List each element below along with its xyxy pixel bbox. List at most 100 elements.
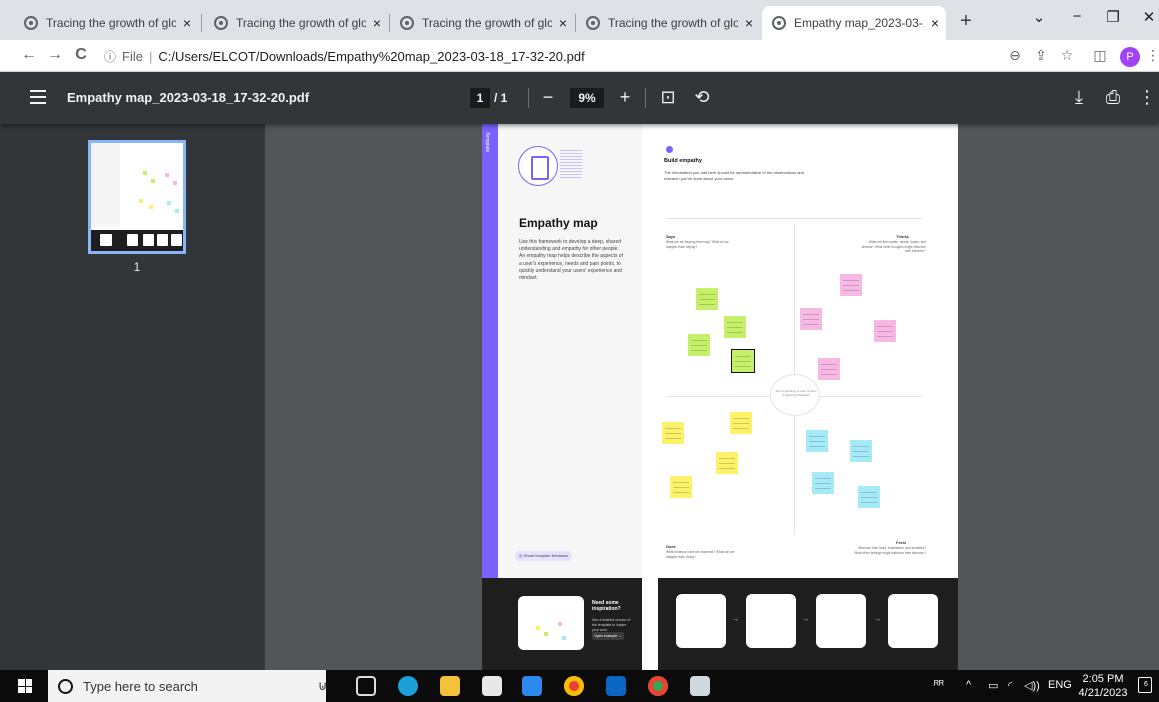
print-icon[interactable]: ⎙ bbox=[1102, 86, 1124, 108]
quadrant-thinks-label: Thinks bbox=[896, 234, 909, 239]
edge-icon[interactable] bbox=[398, 676, 418, 696]
clock[interactable]: 2:05 PM 4/21/2023 bbox=[1078, 672, 1128, 700]
page-thumbnail[interactable] bbox=[88, 140, 186, 254]
sticky-note[interactable] bbox=[730, 412, 752, 434]
sticky-note[interactable] bbox=[812, 472, 834, 494]
tab-close-icon[interactable]: × bbox=[366, 15, 388, 31]
globe-icon bbox=[24, 16, 38, 30]
zoom-in-button[interactable]: + bbox=[614, 86, 636, 108]
forward-button[interactable]: → bbox=[44, 46, 66, 64]
share-icon[interactable]: ⇪ bbox=[1031, 47, 1051, 64]
store-icon[interactable] bbox=[482, 676, 502, 696]
tab-tracing-4[interactable]: Tracing the growth of global × bbox=[576, 6, 760, 40]
mail-icon[interactable] bbox=[522, 676, 542, 696]
wifi-icon[interactable]: ◜ bbox=[1008, 679, 1012, 692]
quadrant-does-label: Does bbox=[666, 544, 676, 549]
rotate-icon[interactable]: ⟲ bbox=[691, 86, 713, 108]
inspiration-subtitle: See a finished version of the template t… bbox=[592, 618, 631, 632]
open-example-button[interactable]: Open example → bbox=[592, 632, 624, 640]
tab-label: Tracing the growth of global bbox=[422, 16, 552, 30]
zoom-input[interactable]: 9% bbox=[570, 88, 604, 108]
step-card-1 bbox=[676, 594, 726, 648]
template-stripe: Template bbox=[482, 124, 498, 578]
sticky-note[interactable] bbox=[858, 486, 880, 508]
close-window-button[interactable]: ✕ bbox=[1134, 8, 1159, 26]
minimize-button[interactable]: − bbox=[1062, 8, 1092, 25]
notepad-icon[interactable] bbox=[690, 676, 710, 696]
quadrant-feels-label: Feels bbox=[896, 540, 907, 545]
browser-menu-icon[interactable]: ⋮ bbox=[1146, 47, 1159, 64]
sticky-note[interactable] bbox=[716, 452, 738, 474]
sticky-note-selected[interactable] bbox=[731, 349, 755, 373]
page-number-input[interactable]: 1 bbox=[470, 88, 490, 108]
sticky-note[interactable] bbox=[662, 422, 684, 444]
inspiration-title: Need some inspiration? bbox=[592, 600, 621, 612]
globe-icon bbox=[214, 16, 228, 30]
zoom-out-button[interactable]: − bbox=[537, 86, 559, 108]
people-icon[interactable]: ᴿᴿ bbox=[934, 679, 944, 691]
sticky-note[interactable] bbox=[840, 274, 862, 296]
sticky-note[interactable] bbox=[850, 440, 872, 462]
search-placeholder: Type here to search bbox=[83, 678, 198, 694]
info-icon[interactable]: ⓘ bbox=[104, 48, 116, 65]
profile-avatar[interactable]: P bbox=[1120, 47, 1140, 67]
zoom-icon[interactable]: ⊖ bbox=[1005, 47, 1025, 64]
empathy-map-emblem-icon bbox=[518, 146, 558, 186]
persona-text: Who (Lightning: a User of Hero (Lightnin… bbox=[775, 389, 817, 397]
sticky-note[interactable] bbox=[688, 334, 710, 356]
sticky-note[interactable] bbox=[724, 316, 746, 338]
vscode-icon[interactable] bbox=[606, 676, 626, 696]
more-actions-icon[interactable]: ⋮ bbox=[1136, 86, 1158, 108]
wave-pattern bbox=[560, 150, 582, 180]
taskbar: Type here to search ⊍ ᴿᴿ ^ ▭ ◜ ◁)) ENG 2… bbox=[0, 670, 1159, 702]
volume-icon[interactable]: ◁)) bbox=[1024, 679, 1040, 692]
tab-tracing-1[interactable]: Tracing the growth of global × bbox=[14, 6, 198, 40]
sticky-note[interactable] bbox=[818, 358, 840, 380]
sticky-note[interactable] bbox=[806, 430, 828, 452]
microphone-icon[interactable]: ⊍ bbox=[318, 678, 328, 694]
restore-button[interactable]: ❐ bbox=[1098, 8, 1128, 26]
tray-chevron-icon[interactable]: ^ bbox=[966, 679, 971, 691]
task-view-icon[interactable] bbox=[356, 676, 376, 696]
tab-close-icon[interactable]: × bbox=[738, 15, 760, 31]
template-feedback-link[interactable]: ◎ Share template feedback bbox=[515, 551, 573, 561]
sticky-note[interactable] bbox=[696, 288, 718, 310]
tab-empathy-map[interactable]: Empathy map_2023-03-18_1 × bbox=[762, 6, 946, 40]
pdf-page: Template Empathy map Use this framework … bbox=[482, 124, 958, 670]
tab-search-button[interactable]: ⌄ bbox=[1024, 8, 1054, 26]
tab-close-icon[interactable]: × bbox=[176, 15, 198, 31]
windows-start-icon[interactable] bbox=[18, 679, 32, 693]
tab-tracing-2[interactable]: Tracing the growth of global × bbox=[204, 6, 388, 40]
address-input[interactable]: ⓘ File | C:/Users/ELCOT/Downloads/Empath… bbox=[104, 43, 984, 69]
tab-close-icon[interactable]: × bbox=[924, 15, 946, 31]
language-indicator[interactable]: ENG bbox=[1048, 679, 1072, 691]
reload-button[interactable]: C bbox=[70, 46, 92, 64]
notification-icon[interactable]: 6 bbox=[1138, 677, 1152, 693]
chrome-icon[interactable] bbox=[648, 676, 668, 696]
file-explorer-icon[interactable] bbox=[440, 676, 460, 696]
clock-date: 4/21/2023 bbox=[1078, 687, 1128, 699]
tab-tracing-3[interactable]: Tracing the growth of global × bbox=[390, 6, 574, 40]
chrome-icon[interactable] bbox=[564, 676, 584, 696]
taskbar-search-input[interactable]: Type here to search bbox=[48, 670, 326, 702]
build-empathy-subtitle: The information you add here should be r… bbox=[664, 170, 804, 181]
new-tab-button[interactable]: + bbox=[956, 10, 976, 33]
bookmark-star-icon[interactable]: ☆ bbox=[1057, 47, 1077, 64]
sticky-note[interactable] bbox=[874, 320, 896, 342]
download-icon[interactable]: ⤓ bbox=[1068, 86, 1090, 108]
back-button[interactable]: ← bbox=[18, 46, 40, 64]
battery-icon[interactable]: ▭ bbox=[988, 679, 998, 692]
document-title: Empathy map_2023-03-18_17-32-20.pdf bbox=[67, 90, 310, 105]
step-dot bbox=[666, 146, 673, 153]
side-panel-icon[interactable]: ◫ bbox=[1090, 47, 1110, 64]
pdf-viewer[interactable]: 1 Template Empathy map Use this framewor… bbox=[0, 124, 1159, 670]
sticky-note[interactable] bbox=[800, 308, 822, 330]
clock-time: 2:05 PM bbox=[1082, 673, 1124, 685]
quadrant-says-label: Says bbox=[666, 234, 676, 239]
menu-icon[interactable] bbox=[30, 90, 46, 104]
address-toolbar: ← → C ⓘ File | C:/Users/ELCOT/Downloads/… bbox=[0, 40, 1159, 72]
empathy-board: Build empathy The information you add he… bbox=[650, 124, 958, 578]
fit-page-icon[interactable]: ⊡ bbox=[657, 86, 679, 108]
tab-close-icon[interactable]: × bbox=[552, 15, 574, 31]
sticky-note[interactable] bbox=[670, 476, 692, 498]
